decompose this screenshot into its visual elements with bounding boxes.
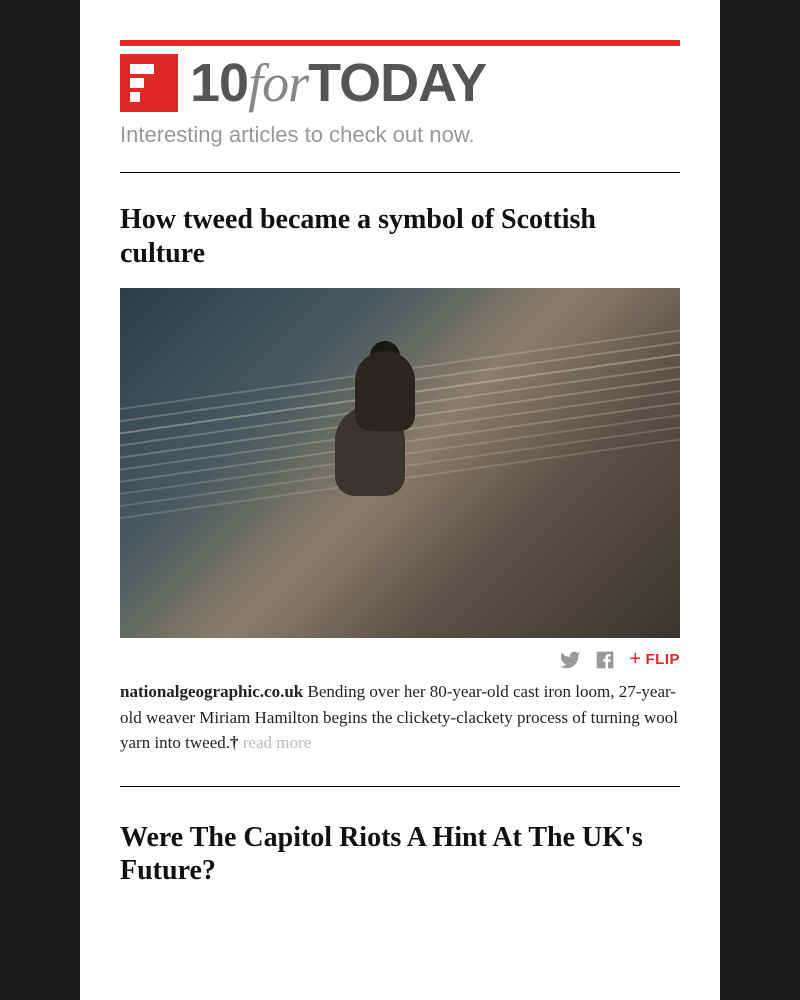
accent-bar	[120, 40, 680, 46]
read-more-link[interactable]: read more	[243, 733, 311, 752]
article-title[interactable]: Were The Capitol Riots A Hint At The UK'…	[120, 821, 680, 888]
brand-row: 10forTODAY	[120, 54, 680, 112]
brand-title: 10forTODAY	[190, 56, 486, 110]
article-title[interactable]: How tweed became a symbol of Scottish cu…	[120, 203, 680, 270]
flipboard-logo-icon	[120, 54, 178, 112]
newsletter-page: 10forTODAY Interesting articles to check…	[80, 0, 720, 1000]
share-bar: + FLIP	[120, 638, 680, 679]
article-hero-image[interactable]	[120, 288, 680, 638]
header-subtitle: Interesting articles to check out now.	[120, 122, 680, 148]
article-source[interactable]: nationalgeographic.co.uk	[120, 682, 303, 701]
article: How tweed became a symbol of Scottish cu…	[120, 203, 680, 756]
flip-button[interactable]: + FLIP	[629, 648, 680, 671]
article-excerpt: nationalgeographic.co.uk Bending over he…	[120, 679, 680, 756]
plus-icon: +	[629, 648, 641, 671]
brand-number: 10	[190, 53, 248, 113]
flip-label: FLIP	[646, 651, 681, 668]
header: 10forTODAY Interesting articles to check…	[120, 54, 680, 173]
article-divider	[120, 786, 680, 787]
brand-today: TODAY	[308, 53, 486, 113]
article: Were The Capitol Riots A Hint At The UK'…	[120, 821, 680, 888]
facebook-icon[interactable]	[595, 650, 615, 670]
twitter-icon[interactable]	[559, 649, 581, 671]
dagger-mark: †	[230, 733, 239, 752]
brand-for: for	[248, 53, 308, 113]
